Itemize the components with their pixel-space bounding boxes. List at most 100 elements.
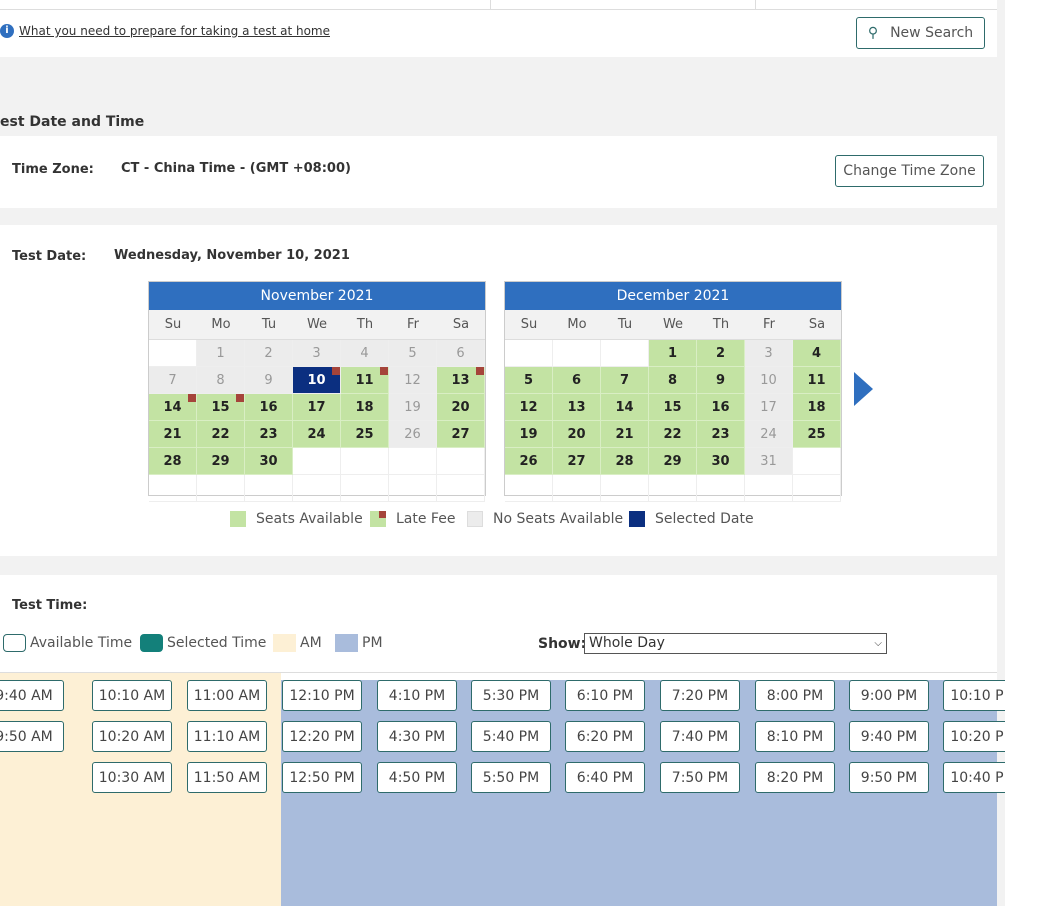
- next-month-arrow-icon[interactable]: [854, 372, 873, 406]
- day-13[interactable]: 13: [553, 394, 601, 421]
- time-slot-button[interactable]: 9:40 AM: [0, 680, 64, 711]
- day-7[interactable]: 7: [601, 367, 649, 394]
- day-4[interactable]: 4: [793, 340, 841, 367]
- legend-seats: Seats Available: [230, 511, 363, 527]
- weekday-label: Tu: [617, 317, 633, 332]
- day-16[interactable]: 16: [697, 394, 745, 421]
- day-28[interactable]: 28: [149, 448, 197, 475]
- day-11[interactable]: 11: [341, 367, 389, 394]
- empty-day: [341, 448, 389, 475]
- day-25[interactable]: 25: [793, 421, 841, 448]
- day-20[interactable]: 20: [553, 421, 601, 448]
- empty-day: [389, 448, 437, 475]
- time-slot-button[interactable]: 11:00 AM: [187, 680, 267, 711]
- day-14[interactable]: 14: [601, 394, 649, 421]
- time-slot-button[interactable]: 9:00 PM: [849, 680, 929, 711]
- day-24[interactable]: 24: [293, 421, 341, 448]
- day-23[interactable]: 23: [245, 421, 293, 448]
- day-27[interactable]: 27: [553, 448, 601, 475]
- day-5[interactable]: 5: [505, 367, 553, 394]
- legend-am-label: AM: [300, 635, 322, 651]
- day-9: 9: [245, 367, 293, 394]
- time-slot-button[interactable]: 11:10 AM: [187, 721, 267, 752]
- selected-date-swatch: [629, 511, 645, 527]
- day-2[interactable]: 2: [697, 340, 745, 367]
- day-19[interactable]: 19: [505, 421, 553, 448]
- day-14[interactable]: 14: [149, 394, 197, 421]
- time-slot-button[interactable]: 6:20 PM: [565, 721, 645, 752]
- day-13[interactable]: 13: [437, 367, 485, 394]
- time-slot-button[interactable]: 12:10 PM: [282, 680, 362, 711]
- day-18[interactable]: 18: [793, 394, 841, 421]
- prepare-test-home-link[interactable]: What you need to prepare for taking a te…: [19, 24, 330, 38]
- day-17[interactable]: 17: [293, 394, 341, 421]
- new-search-button[interactable]: ⚲ New Search: [856, 17, 985, 49]
- day-22[interactable]: 22: [197, 421, 245, 448]
- time-slot-button[interactable]: 9:50 PM: [849, 762, 929, 793]
- day-10[interactable]: 10: [293, 367, 341, 394]
- day-10: 10: [745, 367, 793, 394]
- new-search-label: New Search: [890, 25, 974, 41]
- day-15[interactable]: 15: [197, 394, 245, 421]
- time-slot-button[interactable]: 10:20 PM: [943, 721, 1005, 752]
- day-27[interactable]: 27: [437, 421, 485, 448]
- day-21[interactable]: 21: [601, 421, 649, 448]
- time-slot-button[interactable]: 7:50 PM: [660, 762, 740, 793]
- time-slot-button[interactable]: 4:10 PM: [377, 680, 457, 711]
- time-slot-button[interactable]: 12:50 PM: [282, 762, 362, 793]
- time-slot-button[interactable]: 10:10 PM: [943, 680, 1005, 711]
- time-slot-button[interactable]: 7:40 PM: [660, 721, 740, 752]
- time-slot-button[interactable]: 6:10 PM: [565, 680, 645, 711]
- time-slot-button[interactable]: 6:40 PM: [565, 762, 645, 793]
- time-slot-button[interactable]: 5:40 PM: [471, 721, 551, 752]
- day-8[interactable]: 8: [649, 367, 697, 394]
- day-12[interactable]: 12: [505, 394, 553, 421]
- day-26[interactable]: 26: [505, 448, 553, 475]
- time-slot-button[interactable]: 8:20 PM: [755, 762, 835, 793]
- available-swatch: [3, 634, 26, 652]
- empty-day: [649, 475, 697, 502]
- time-slot-button[interactable]: 11:50 AM: [187, 762, 267, 793]
- day-20[interactable]: 20: [437, 394, 485, 421]
- empty-day: [505, 475, 553, 502]
- day-21[interactable]: 21: [149, 421, 197, 448]
- day-23[interactable]: 23: [697, 421, 745, 448]
- time-slot-button[interactable]: 4:50 PM: [377, 762, 457, 793]
- day-31: 31: [745, 448, 793, 475]
- time-slot-button[interactable]: 8:00 PM: [755, 680, 835, 711]
- day-15[interactable]: 15: [649, 394, 697, 421]
- show-select[interactable]: Whole Day ⌵: [584, 633, 887, 654]
- day-11[interactable]: 11: [793, 367, 841, 394]
- empty-day: [437, 475, 485, 502]
- day-30[interactable]: 30: [697, 448, 745, 475]
- time-slot-button[interactable]: 7:20 PM: [660, 680, 740, 711]
- day-29[interactable]: 29: [649, 448, 697, 475]
- day-30[interactable]: 30: [245, 448, 293, 475]
- time-slot-button[interactable]: 10:20 AM: [92, 721, 172, 752]
- time-slot-button[interactable]: 5:50 PM: [471, 762, 551, 793]
- day-16[interactable]: 16: [245, 394, 293, 421]
- day-28[interactable]: 28: [601, 448, 649, 475]
- time-slot-button[interactable]: 5:30 PM: [471, 680, 551, 711]
- time-slot-button[interactable]: 8:10 PM: [755, 721, 835, 752]
- time-slot-button[interactable]: 10:40 PM: [943, 762, 1005, 793]
- timezone-label: Time Zone:: [12, 162, 94, 177]
- day-29[interactable]: 29: [197, 448, 245, 475]
- day-18[interactable]: 18: [341, 394, 389, 421]
- day-22[interactable]: 22: [649, 421, 697, 448]
- time-slot-button[interactable]: 12:20 PM: [282, 721, 362, 752]
- day-9[interactable]: 9: [697, 367, 745, 394]
- day-25[interactable]: 25: [341, 421, 389, 448]
- legend-pm: PM: [335, 634, 383, 652]
- time-slot-button[interactable]: 10:30 AM: [92, 762, 172, 793]
- empty-day: [793, 448, 841, 475]
- time-slot-button[interactable]: 9:50 AM: [0, 721, 64, 752]
- time-slot-button[interactable]: 4:30 PM: [377, 721, 457, 752]
- day-6[interactable]: 6: [553, 367, 601, 394]
- time-slot-button[interactable]: 10:10 AM: [92, 680, 172, 711]
- time-slot-button[interactable]: 9:40 PM: [849, 721, 929, 752]
- late-fee-swatch: [370, 511, 386, 527]
- change-timezone-button[interactable]: Change Time Zone: [835, 155, 984, 187]
- section-title: est Date and Time: [0, 114, 145, 130]
- day-1[interactable]: 1: [649, 340, 697, 367]
